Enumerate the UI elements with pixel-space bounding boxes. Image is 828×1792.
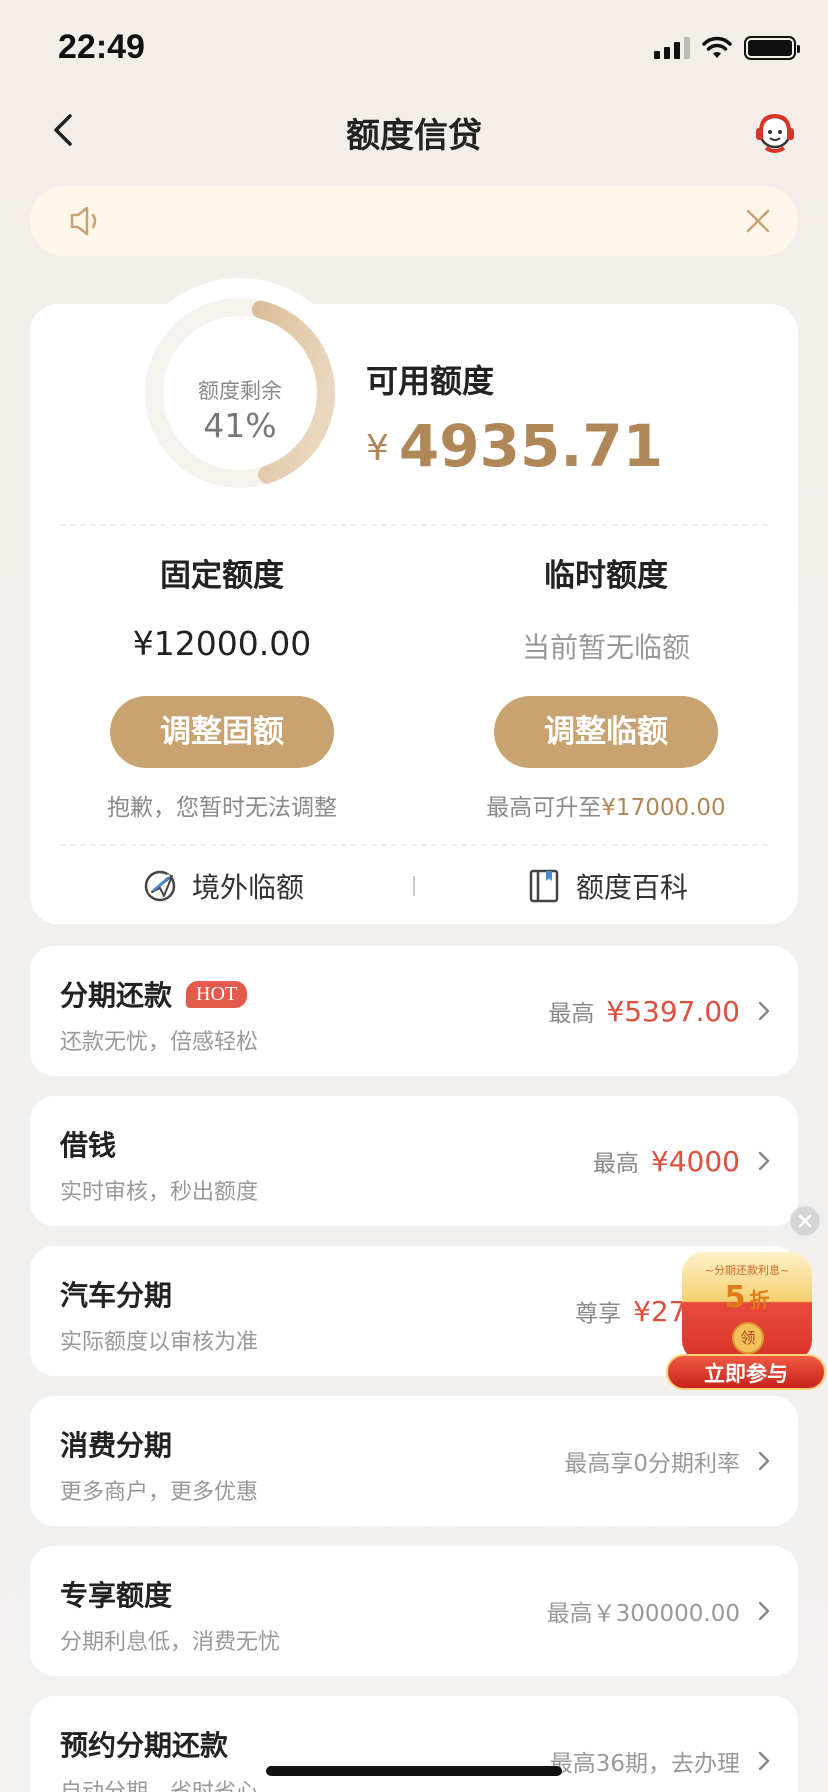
divider bbox=[60, 524, 768, 526]
item-right: 最高￥300000.00 bbox=[547, 1594, 740, 1628]
credit-encyclopedia-label: 额度百科 bbox=[576, 871, 689, 904]
item-title-text: 专享额度 bbox=[60, 1579, 173, 1612]
adjust-fixed-button[interactable]: 调整固额 bbox=[110, 696, 334, 768]
coin-icon: 领 bbox=[732, 1322, 764, 1354]
hot-badge: HOT bbox=[186, 980, 248, 1008]
promo-discount: 5折 bbox=[682, 1280, 812, 1315]
available-value: 4935.71 bbox=[398, 412, 664, 480]
status-bar: 22:49 bbox=[0, 0, 828, 100]
temp-note-prefix: 最高可升至 bbox=[486, 795, 602, 821]
status-time: 22:49 bbox=[58, 28, 145, 66]
divider bbox=[60, 844, 768, 846]
customer-service-icon[interactable] bbox=[752, 108, 798, 154]
fixed-credit-value-wrap: ¥12000.00 bbox=[30, 624, 414, 663]
item-title-text: 消费分期 bbox=[60, 1429, 173, 1462]
item-subtitle: 实时审核，秒出额度 bbox=[60, 1180, 259, 1205]
adjust-temp-button[interactable]: 调整临额 bbox=[494, 696, 718, 768]
overseas-credit-label: 境外临额 bbox=[192, 871, 305, 904]
list-item-installment-repay[interactable]: 分期还款 HOT 还款无忧，倍感轻松 最高 ¥5397.00 bbox=[30, 946, 798, 1076]
fixed-credit-title: 固定额度 bbox=[160, 558, 284, 594]
item-right: 最高 ¥5397.00 bbox=[548, 994, 740, 1028]
item-subtitle: 自动分期，省时省心 bbox=[60, 1774, 258, 1792]
signal-icon bbox=[654, 37, 690, 59]
battery-icon bbox=[744, 36, 800, 60]
join-now-button[interactable]: 立即参与 bbox=[666, 1354, 826, 1390]
available-amount: ¥4935.71 bbox=[366, 412, 663, 480]
temp-credit-title: 临时额度 bbox=[544, 558, 668, 594]
chevron-right-icon bbox=[758, 1151, 770, 1171]
chevron-right-icon bbox=[758, 1451, 770, 1471]
promo-caption: ~分期还款利息~ bbox=[704, 1264, 790, 1277]
book-icon bbox=[529, 869, 559, 903]
list-item-exclusive-credit[interactable]: 专享额度 分期利息低，消费无忧 最高￥300000.00 bbox=[30, 1546, 798, 1676]
credit-encyclopedia-link[interactable]: 额度百科 bbox=[526, 866, 688, 906]
temp-note-amount: ¥17000.00 bbox=[601, 795, 726, 821]
item-right-label: 最高 bbox=[592, 1151, 639, 1177]
list-item-consumer-installment[interactable]: 消费分期 更多商户，更多优惠 最高享0分期利率 bbox=[30, 1396, 798, 1526]
page-title: 额度信贷 bbox=[346, 116, 482, 156]
fixed-credit-value: ¥12000.00 bbox=[132, 624, 312, 663]
fixed-note-wrap: 抱歉，您暂时无法调整 bbox=[30, 788, 414, 822]
item-title-text: 汽车分期 bbox=[60, 1279, 173, 1312]
plane-icon bbox=[144, 870, 176, 902]
overseas-credit-link[interactable]: 境外临额 bbox=[142, 866, 304, 906]
item-title-text: 预约分期还款 bbox=[60, 1729, 229, 1762]
item-right: 最高 ¥4000 bbox=[593, 1144, 740, 1178]
link-separator bbox=[413, 876, 415, 896]
nav-bar: 额度信贷 bbox=[0, 100, 828, 160]
chevron-right-icon bbox=[758, 1601, 770, 1621]
notice-bar[interactable] bbox=[30, 186, 798, 256]
item-right: 最高享0分期利率 bbox=[564, 1444, 740, 1478]
item-right: 最高36期，去办理 bbox=[550, 1744, 740, 1778]
fixed-credit-note: 抱歉，您暂时无法调整 bbox=[107, 795, 337, 821]
item-title-text: 借钱 bbox=[60, 1129, 117, 1162]
item-title: 分期还款 HOT bbox=[60, 974, 248, 1014]
list-item-scheduled-installment[interactable]: 预约分期还款 自动分期，省时省心 最高36期，去办理 bbox=[30, 1696, 798, 1792]
wifi-icon bbox=[702, 36, 732, 58]
item-right-label: 尊享 bbox=[575, 1301, 622, 1327]
chevron-right-icon bbox=[758, 1001, 770, 1021]
ring-percent: 41% bbox=[203, 406, 277, 445]
item-subtitle: 更多商户，更多优惠 bbox=[60, 1480, 259, 1505]
fixed-credit-title-wrap: 固定额度 bbox=[30, 550, 414, 595]
item-title: 汽车分期 bbox=[60, 1274, 172, 1314]
item-title: 消费分期 bbox=[60, 1424, 172, 1464]
item-title: 借钱 bbox=[60, 1124, 116, 1164]
item-subtitle: 实际额度以审核为准 bbox=[60, 1330, 259, 1355]
item-title: 专享额度 bbox=[60, 1574, 172, 1614]
temp-credit-title-wrap: 临时额度 bbox=[414, 550, 798, 595]
ring-label: 额度剩余 bbox=[198, 379, 282, 403]
status-icons bbox=[654, 36, 800, 60]
available-currency: ¥ bbox=[366, 428, 389, 469]
temp-credit-value: 当前暂无临额 bbox=[521, 631, 690, 664]
item-title-text: 分期还款 bbox=[60, 979, 173, 1012]
home-indicator bbox=[266, 1766, 562, 1776]
speaker-icon bbox=[70, 206, 97, 236]
credit-card: 额度剩余 41% 可用额度 ¥4935.71 固定额度 ¥12000.00 调整… bbox=[30, 278, 798, 924]
promo-float[interactable]: ~分期还款利息~ 5折 领 立即参与 bbox=[664, 1200, 828, 1390]
temp-note-wrap: 最高可升至¥17000.00 bbox=[414, 788, 798, 822]
close-icon[interactable] bbox=[744, 207, 772, 235]
item-right-text: 最高36期，去办理 bbox=[549, 1751, 740, 1777]
promo-discount-unit: 折 bbox=[749, 1288, 770, 1312]
remaining-ring: 额度剩余 41% bbox=[125, 278, 355, 508]
item-right-value: ¥5397.00 bbox=[606, 995, 740, 1028]
item-title: 预约分期还款 bbox=[60, 1724, 228, 1764]
promo-discount-number: 5 bbox=[724, 1280, 746, 1315]
chevron-right-icon bbox=[758, 1751, 770, 1771]
item-right-text: 最高￥300000.00 bbox=[546, 1601, 740, 1627]
available-label: 可用额度 bbox=[366, 362, 495, 400]
promo-close-icon[interactable] bbox=[790, 1206, 820, 1236]
item-subtitle: 分期利息低，消费无忧 bbox=[60, 1630, 281, 1655]
item-right-text: 最高享0分期利率 bbox=[564, 1451, 740, 1477]
temp-credit-value-wrap: 当前暂无临额 bbox=[414, 626, 798, 666]
temp-credit-note: 最高可升至¥17000.00 bbox=[414, 788, 798, 822]
item-right-label: 最高 bbox=[548, 1001, 595, 1027]
item-subtitle: 还款无忧，倍感轻松 bbox=[60, 1030, 259, 1055]
item-right-value: ¥4000 bbox=[650, 1145, 740, 1178]
